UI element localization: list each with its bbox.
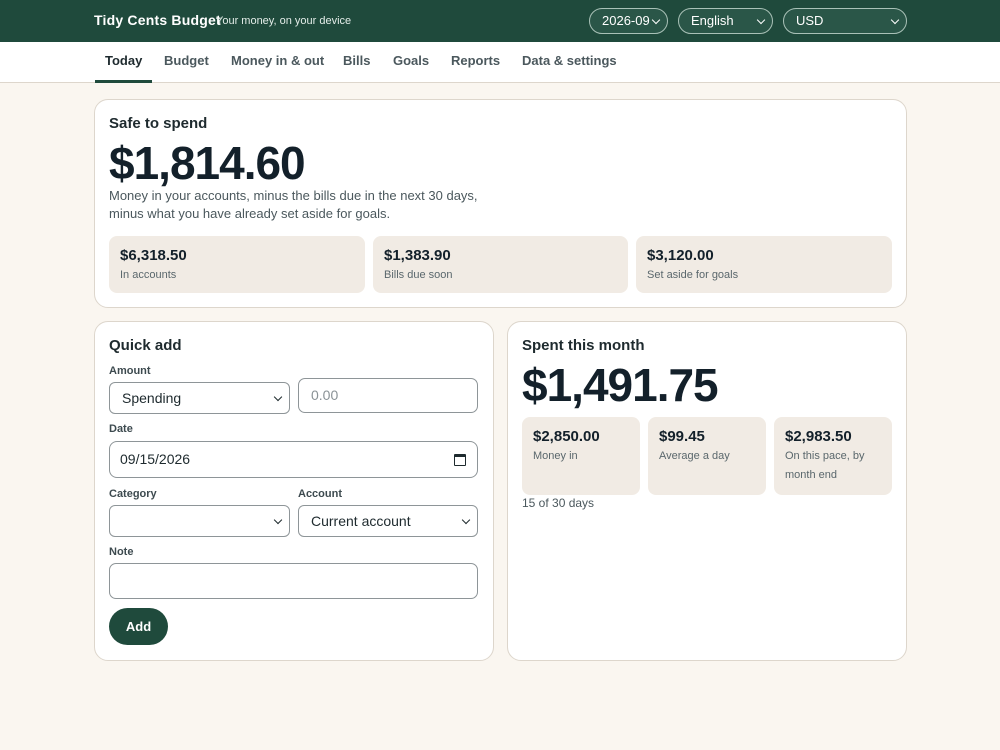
chevron-down-icon — [651, 15, 661, 25]
stat-value: $2,850.00 — [533, 428, 600, 445]
account-value: Current account — [311, 513, 411, 529]
description-line: Money in your accounts, minus the bills … — [109, 188, 478, 203]
note-label: Note — [109, 546, 134, 558]
stat-label: Bills due soon — [384, 269, 453, 281]
stat-value: $3,120.00 — [647, 247, 714, 264]
stat-set-aside-goals: $3,120.00 Set aside for goals — [636, 236, 892, 293]
safe-to-spend-title: Safe to spend — [109, 115, 208, 132]
tab-today[interactable]: Today — [105, 53, 142, 68]
spent-this-month-card: Spent this month $1,491.75 $2,850.00 Mon… — [507, 321, 907, 661]
date-label: Date — [109, 423, 133, 435]
quick-add-title: Quick add — [109, 337, 182, 354]
account-label: Account — [298, 488, 342, 500]
stat-in-accounts: $6,318.50 In accounts — [109, 236, 365, 293]
note-input[interactable] — [109, 563, 478, 599]
tab-goals[interactable]: Goals — [393, 53, 429, 68]
amount-input[interactable]: 0.00 — [298, 378, 478, 413]
chevron-down-icon — [273, 392, 283, 402]
stat-label-line: On this pace, by — [785, 450, 865, 462]
amount-label: Amount — [109, 365, 151, 377]
category-label: Category — [109, 488, 157, 500]
tab-data-settings[interactable]: Data & settings — [522, 53, 617, 68]
stat-value: $2,983.50 — [785, 428, 852, 445]
stat-bills-due-soon: $1,383.90 Bills due soon — [373, 236, 628, 293]
tab-bar: Today Budget Money in & out Bills Goals … — [0, 42, 1000, 83]
description-line: minus what you have already set aside fo… — [109, 206, 391, 221]
tab-budget[interactable]: Budget — [164, 53, 209, 68]
app-tagline: Your money, on your device — [216, 15, 352, 27]
chevron-down-icon — [461, 515, 471, 525]
chevron-down-icon — [756, 15, 766, 25]
amount-placeholder: 0.00 — [311, 387, 339, 403]
month-select-value: 2026-09 — [602, 13, 650, 28]
calendar-icon[interactable] — [454, 454, 466, 466]
currency-select[interactable]: USD — [783, 8, 907, 34]
language-select[interactable]: English — [678, 8, 773, 34]
month-select[interactable]: 2026-09 — [589, 8, 668, 34]
stat-label: On this pace, by month end — [785, 447, 865, 485]
stat-label: Set aside for goals — [647, 269, 739, 281]
month-progress-text: 15 of 30 days — [522, 496, 595, 510]
stat-label: Money in — [533, 450, 578, 462]
stat-value: $6,318.50 — [120, 247, 187, 264]
stat-value: $1,383.90 — [384, 247, 451, 264]
active-tab-indicator — [95, 80, 152, 83]
add-button[interactable]: Add — [109, 608, 168, 645]
app-header: Tidy Cents Budget Your money, on your de… — [0, 0, 1000, 42]
date-value: 09/15/2026 — [120, 451, 191, 467]
stat-label: Average a day — [659, 450, 730, 462]
safe-to-spend-card: Safe to spend $1,814.60 Money in your ac… — [94, 99, 907, 308]
tab-reports[interactable]: Reports — [451, 53, 500, 68]
currency-select-value: USD — [796, 13, 824, 28]
transaction-type-select[interactable]: Spending — [109, 382, 290, 414]
stat-label: In accounts — [120, 269, 177, 281]
safe-to-spend-amount: $1,814.60 — [109, 137, 306, 189]
safe-to-spend-description: Money in your accounts, minus the bills … — [109, 187, 478, 223]
chevron-down-icon — [890, 15, 900, 25]
stat-month-end-pace: $2,983.50 On this pace, by month end — [774, 417, 892, 495]
spent-this-month-title: Spent this month — [522, 337, 645, 354]
spent-this-month-amount: $1,491.75 — [522, 359, 719, 411]
language-select-value: English — [691, 13, 734, 28]
stat-money-in: $2,850.00 Money in — [522, 417, 640, 495]
account-select[interactable]: Current account — [298, 505, 478, 537]
category-select[interactable] — [109, 505, 290, 537]
transaction-type-value: Spending — [122, 390, 182, 406]
tab-bills[interactable]: Bills — [343, 53, 370, 68]
app-title: Tidy Cents Budget — [94, 12, 221, 28]
date-input[interactable]: 09/15/2026 — [109, 441, 478, 478]
tab-money-in-out[interactable]: Money in & out — [231, 53, 324, 68]
stat-label-line: month end — [785, 469, 837, 481]
chevron-down-icon — [273, 515, 283, 525]
stat-value: $99.45 — [659, 428, 705, 445]
stat-average-a-day: $99.45 Average a day — [648, 417, 766, 495]
